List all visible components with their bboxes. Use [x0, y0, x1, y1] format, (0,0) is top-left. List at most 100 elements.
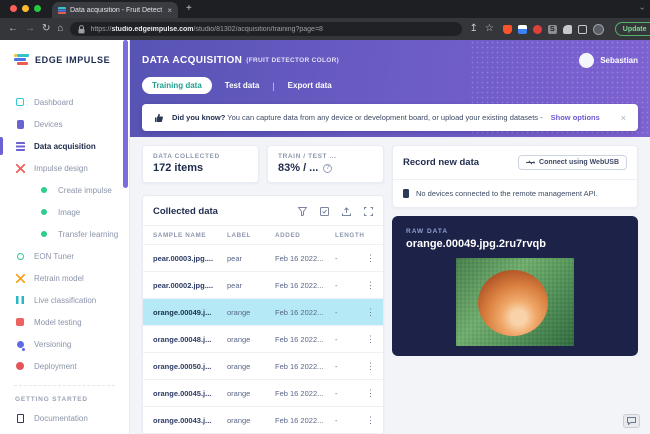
minimize-window-button[interactable] [22, 5, 29, 12]
sidebar-item-create-impulse[interactable]: Create impulse [0, 179, 129, 201]
side-panel-icon[interactable] [577, 24, 587, 34]
sidebar-item-model-testing[interactable]: Model testing [0, 311, 129, 333]
thumbs-up-icon [155, 113, 163, 122]
raw-data-filename: orange.00049.jpg.2ru7rvqb [406, 238, 546, 250]
share-icon[interactable]: ↥ [469, 24, 477, 34]
tab-title: Data acquisition - Fruit Detect [70, 6, 163, 14]
table-row-selected[interactable]: orange.00049.j... orange Feb 16 2022... … [143, 299, 383, 326]
chat-widget-button[interactable] [623, 414, 640, 428]
browser-update-button[interactable]: Update ⋮ [614, 22, 650, 36]
collected-data-title: Collected data [153, 206, 218, 217]
row-menu-icon[interactable]: ⋮ [359, 334, 375, 345]
close-window-button[interactable] [10, 5, 17, 12]
edge-impulse-logo-icon [14, 54, 29, 65]
collected-data-card: Collected data SAMPLE NAME LABEL ADDED L… [142, 195, 384, 434]
sidebar-item-retrain-model[interactable]: Retrain model [0, 267, 129, 289]
browser-window: Data acquisition - Fruit Detect × + › ← … [0, 0, 650, 434]
row-menu-icon[interactable]: ⋮ [359, 361, 375, 372]
tab-test-data[interactable]: Test data [225, 81, 260, 90]
divider [393, 179, 637, 180]
deployment-icon [15, 361, 25, 371]
sidebar-item-devices[interactable]: Devices [0, 113, 129, 135]
sidebar-item-impulse-design[interactable]: Impulse design [0, 157, 129, 179]
help-icon[interactable]: ? [323, 163, 333, 173]
shield-extension-icon[interactable] [502, 24, 512, 34]
sidebar-item-versioning[interactable]: Versioning [0, 333, 129, 355]
table-row[interactable]: orange.00045.j... orange Feb 16 2022... … [143, 380, 383, 407]
s-extension-icon[interactable]: S [547, 24, 557, 34]
sidebar-item-eon-tuner[interactable]: EON Tuner [0, 245, 129, 267]
record-new-data-card: Record new data Connect using WebUSB No … [392, 145, 638, 208]
reload-icon[interactable]: ↻ [42, 24, 50, 34]
expand-icon[interactable] [364, 207, 373, 216]
extensions-puzzle-icon[interactable] [562, 24, 572, 34]
user-menu[interactable]: Sebastian [579, 53, 638, 68]
raw-data-label: RAW DATA [406, 228, 449, 235]
data-tabs: Training data Test data | Export data [142, 77, 638, 94]
table-row[interactable]: pear.00002.jpg.... pear Feb 16 2022... -… [143, 272, 383, 299]
table-row[interactable]: pear.00003.jpg.... pear Feb 16 2022... -… [143, 245, 383, 272]
row-menu-icon[interactable]: ⋮ [359, 307, 375, 318]
tab-training-data[interactable]: Training data [142, 77, 212, 94]
browser-tab[interactable]: Data acquisition - Fruit Detect × [52, 2, 178, 18]
sidebar-item-dashboard[interactable]: Dashboard [0, 91, 129, 113]
table-row[interactable]: orange.00048.j... orange Feb 16 2022... … [143, 326, 383, 353]
train-test-split-value: 83% / ... [278, 162, 319, 174]
row-menu-icon[interactable]: ⋮ [359, 415, 375, 426]
browser-profile-avatar[interactable] [592, 23, 604, 35]
sidebar-item-deployment[interactable]: Deployment [0, 355, 129, 377]
select-multiple-icon[interactable] [320, 207, 329, 216]
filter-icon[interactable] [298, 207, 307, 216]
bookmark-star-icon[interactable]: ☆ [485, 24, 494, 34]
no-devices-message: No devices connected to the remote manag… [416, 189, 598, 198]
orange-fruit [478, 270, 548, 336]
user-name: Sebastian [600, 56, 638, 65]
project-name: (FRUIT DETECTOR COLOR) [246, 57, 340, 64]
documentation-icon [15, 413, 25, 423]
green-dot-icon [39, 185, 49, 195]
tab-close-icon[interactable]: × [167, 6, 172, 15]
lock-icon [78, 24, 85, 33]
sidebar-nav: Dashboard Devices Data acquisition Impul… [0, 91, 129, 429]
green-dot-icon [39, 207, 49, 217]
sidebar: EDGE IMPULSE Dashboard Devices Data acqu… [0, 40, 130, 434]
sidebar-item-transfer-learning[interactable]: Transfer learning [0, 223, 129, 245]
table-header: SAMPLE NAME LABEL ADDED LENGTH [143, 225, 383, 245]
forward-icon[interactable]: → [25, 24, 35, 34]
impulse-icon [15, 163, 25, 173]
raw-data-card: RAW DATA orange.00049.jpg.2ru7rvqb [392, 216, 638, 356]
edge-impulse-favicon [58, 6, 66, 14]
sidebar-item-image[interactable]: Image [0, 201, 129, 223]
logo-text: EDGE IMPULSE [35, 54, 111, 65]
banner-close-icon[interactable]: × [621, 113, 626, 123]
blue-extension-icon[interactable] [517, 24, 527, 34]
row-menu-icon[interactable]: ⋮ [359, 253, 375, 264]
devices-icon [15, 119, 25, 129]
sample-image-orange [456, 258, 574, 346]
table-row[interactable]: orange.00050.j... orange Feb 16 2022... … [143, 353, 383, 380]
sidebar-item-documentation[interactable]: Documentation [0, 407, 129, 429]
sidebar-item-data-acquisition[interactable]: Data acquisition [0, 135, 129, 157]
device-icon [403, 189, 409, 198]
edge-impulse-logo[interactable]: EDGE IMPULSE [0, 40, 129, 65]
new-tab-button[interactable]: + [186, 4, 192, 14]
connect-webusb-button[interactable]: Connect using WebUSB [518, 155, 627, 170]
home-icon[interactable]: ⌂ [57, 24, 63, 34]
show-options-link[interactable]: Show options [551, 113, 600, 122]
chat-icon [627, 417, 636, 425]
dashboard-icon [15, 97, 25, 107]
back-icon[interactable]: ← [8, 24, 18, 34]
row-menu-icon[interactable]: ⋮ [359, 388, 375, 399]
upload-icon[interactable] [342, 207, 351, 216]
table-row[interactable]: orange.00043.j... orange Feb 16 2022... … [143, 407, 383, 434]
maximize-window-button[interactable] [34, 5, 41, 12]
tab-export-data[interactable]: Export data [288, 81, 332, 90]
sidebar-item-live-classification[interactable]: Live classification [0, 289, 129, 311]
address-bar[interactable]: https://studio.edgeimpulse.com/studio/81… [70, 22, 463, 36]
tab-separator: | [272, 80, 275, 91]
window-controls [10, 5, 41, 12]
tab-search-chevron-icon[interactable]: › [638, 7, 647, 10]
row-menu-icon[interactable]: ⋮ [359, 280, 375, 291]
red-extension-icon[interactable] [532, 24, 542, 34]
train-test-split-card: TRAIN / TEST ... 83% / ... ? [267, 145, 384, 183]
